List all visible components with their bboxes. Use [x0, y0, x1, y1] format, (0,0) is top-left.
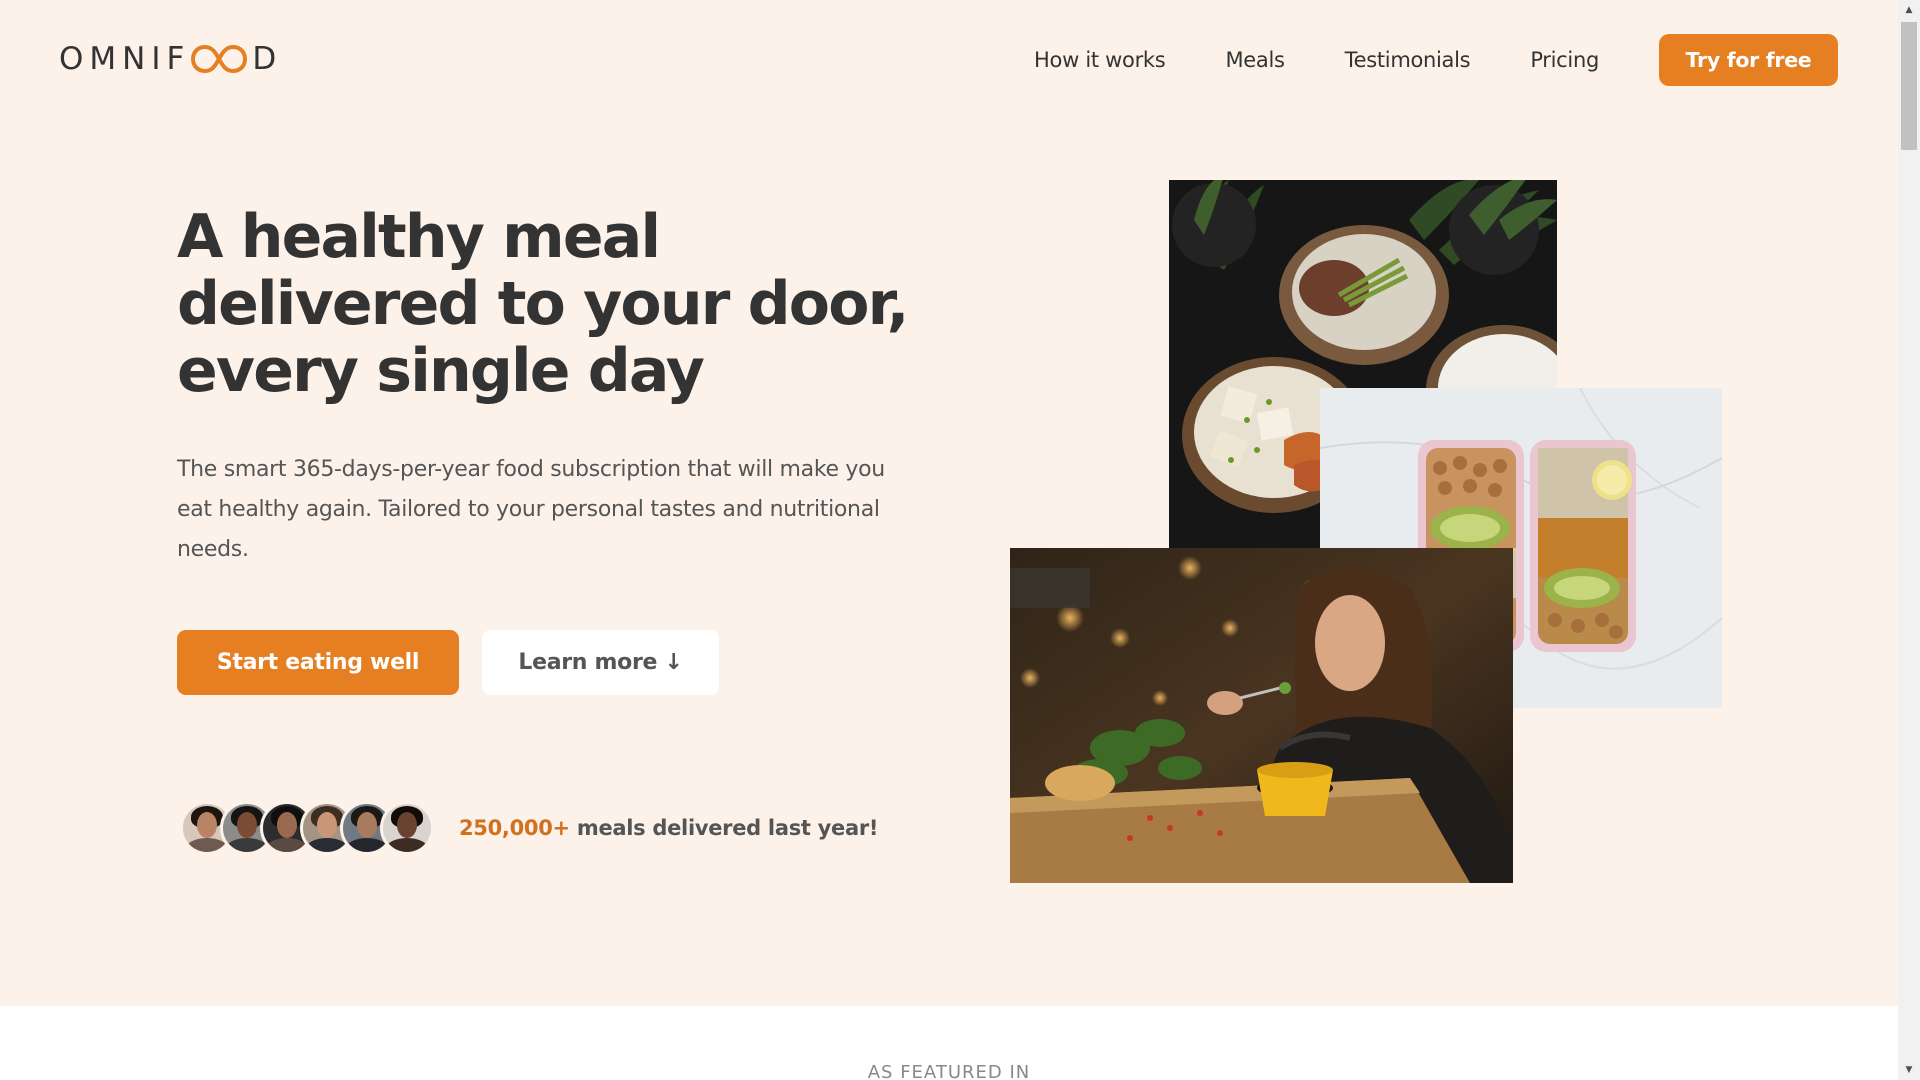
logo-text-right: D	[252, 41, 283, 77]
hero-title: A healthy meal delivered to your door, e…	[177, 202, 909, 406]
delivered-meals: 250,000+ meals delivered last year!	[180, 798, 878, 858]
chevron-up-icon[interactable]: ▲	[1898, 0, 1920, 20]
nav-pricing[interactable]: Pricing	[1530, 48, 1599, 72]
try-for-free-button[interactable]: Try for free	[1659, 34, 1838, 86]
customer-avatars	[180, 801, 434, 855]
meals-count: 250,000+	[459, 816, 570, 840]
vertical-scrollbar[interactable]: ▲ ▼	[1898, 0, 1920, 1080]
learn-more-button[interactable]: Learn more ↓	[482, 630, 719, 695]
featured-in-title: AS FEATURED IN	[867, 1062, 1031, 1080]
chevron-down-icon[interactable]: ▼	[1898, 1060, 1920, 1080]
hero-description: The smart 365-days-per-year food subscri…	[177, 457, 885, 562]
logo-text-left: OMNIF	[59, 41, 191, 77]
main-nav: How it works Meals Testimonials Pricing …	[1034, 34, 1838, 86]
page: OMNIF D How it works Meals Testimonials …	[0, 0, 1898, 1080]
featured-in-section: AS FEATURED IN	[0, 1006, 1898, 1080]
infinity-logo-icon	[191, 44, 248, 74]
scrollbar-thumb[interactable]	[1901, 22, 1917, 150]
logo[interactable]: OMNIF D	[59, 40, 282, 78]
woman-eating-image	[1010, 548, 1513, 883]
meals-caption: meals delivered last year!	[569, 816, 879, 840]
start-eating-well-button[interactable]: Start eating well	[177, 630, 459, 695]
customers-text: 250,000+ meals delivered last year!	[459, 816, 878, 840]
avatar	[380, 801, 434, 855]
site-header: OMNIF D How it works Meals Testimonials …	[0, 0, 1898, 118]
nav-meals[interactable]: Meals	[1225, 48, 1284, 72]
nav-testimonials[interactable]: Testimonials	[1345, 48, 1471, 72]
nav-how-it-works[interactable]: How it works	[1034, 48, 1166, 72]
